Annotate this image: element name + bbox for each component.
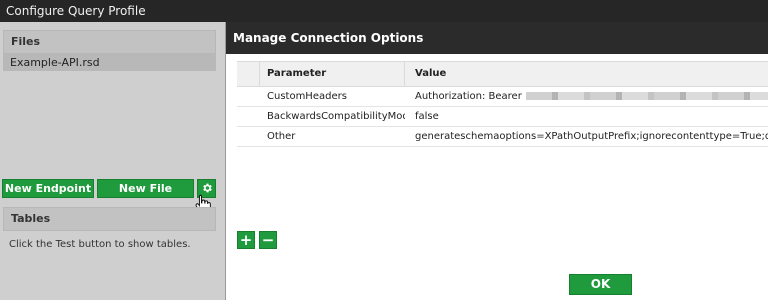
value-cell[interactable]: generateschemaoptions=XPathOutputPrefix;… [415, 127, 768, 146]
parameter-column-header[interactable]: Parameter [259, 62, 405, 86]
parameter-cell[interactable]: CustomHeaders [267, 87, 405, 106]
redacted-token [525, 92, 768, 100]
grid-header: Parameter Value [237, 61, 768, 87]
new-endpoint-button[interactable]: New Endpoint [2, 179, 94, 198]
row-selector-column-header [237, 62, 260, 86]
tables-hint-text: Click the Test button to show tables. [9, 239, 191, 250]
value-cell[interactable]: Authorization: Bearer [415, 87, 768, 106]
table-row[interactable]: BackwardsCompatibilityMode false [237, 107, 768, 127]
panel-title: Manage Connection Options [226, 22, 768, 54]
table-row[interactable]: CustomHeaders Authorization: Bearer [237, 87, 768, 107]
file-item[interactable]: Example-API.rsd [3, 54, 216, 71]
remove-row-button[interactable]: − [259, 231, 277, 249]
parameter-cell[interactable]: Other [267, 127, 405, 146]
tables-section-header: Tables [3, 207, 216, 231]
value-cell[interactable]: false [415, 107, 768, 126]
add-row-button[interactable]: + [237, 231, 255, 249]
parameter-cell[interactable]: BackwardsCompatibilityMode [267, 107, 405, 126]
new-file-button[interactable]: New File [97, 179, 194, 198]
gear-icon [203, 183, 212, 193]
value-text: Authorization: Bearer [415, 91, 522, 102]
window-title: Configure Query Profile [0, 0, 768, 22]
right-panel: Manage Connection Options Parameter Valu… [226, 22, 768, 300]
table-row[interactable]: Other generateschemaoptions=XPathOutputP… [237, 127, 768, 147]
ok-button[interactable]: OK [569, 274, 632, 295]
left-panel: Files Example-API.rsd New Endpoint New F… [0, 22, 226, 300]
value-column-header[interactable]: Value [405, 62, 446, 86]
files-section-header: Files [3, 30, 216, 54]
connection-options-grid: Parameter Value CustomHeaders Authorizat… [237, 61, 768, 147]
